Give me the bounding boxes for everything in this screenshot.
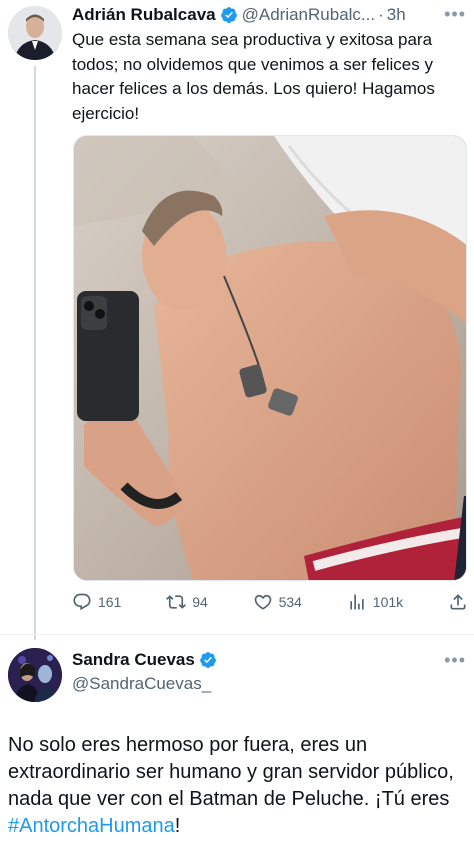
views-button[interactable]: 101k [347,592,403,612]
like-count: 534 [278,594,302,610]
tweet-header: Adrián Rubalcava @AdrianRubalc... · 3h [72,4,406,26]
views-count: 101k [372,594,404,610]
more-options-icon[interactable]: ••• [444,4,466,25]
tweet-text-body: No solo eres hermoso por fuera, eres un … [8,734,454,810]
tweet-text: No solo eres hermoso por fuera, eres un … [8,732,470,840]
like-button[interactable]: 534 [253,592,302,612]
selfie-photo [74,136,466,580]
tweet-actions: 161 94 534 101k [72,590,468,614]
avatar[interactable] [8,6,62,60]
reply-count: 161 [98,594,122,610]
timestamp[interactable]: 3h [387,5,406,25]
share-icon [450,594,466,610]
reply-icon [73,593,91,611]
thread-line [34,66,36,640]
author-name[interactable]: Sandra Cuevas [72,650,195,670]
author-name[interactable]: Adrián Rubalcava [72,5,216,25]
tweet-header: Sandra Cuevas [72,650,221,670]
avatar-portrait [8,648,62,702]
author-handle[interactable]: @AdrianRubalc... [242,5,376,25]
verified-badge-icon [220,7,237,23]
separator-dot: · [378,5,384,24]
reply-button[interactable]: 161 [72,592,121,612]
retweet-icon [166,595,187,609]
views-chart-icon [350,594,364,610]
hashtag-link[interactable]: #AntorchaHumana [8,815,175,837]
heart-icon [254,594,271,610]
tweet-text: Que esta semana sea productiva y exitosa… [72,30,435,123]
retweet-button[interactable]: 94 [166,592,208,612]
more-options-icon[interactable]: ••• [444,650,466,671]
avatar[interactable] [8,648,62,702]
divider [0,634,474,635]
tweet-photo[interactable] [73,135,467,581]
retweet-count: 94 [192,594,208,610]
share-button[interactable] [448,592,468,612]
verified-badge-icon [199,652,216,668]
tweet-text-end: ! [174,815,181,837]
avatar-portrait [8,6,62,60]
author-handle[interactable]: @SandraCuevas_ [72,674,211,694]
